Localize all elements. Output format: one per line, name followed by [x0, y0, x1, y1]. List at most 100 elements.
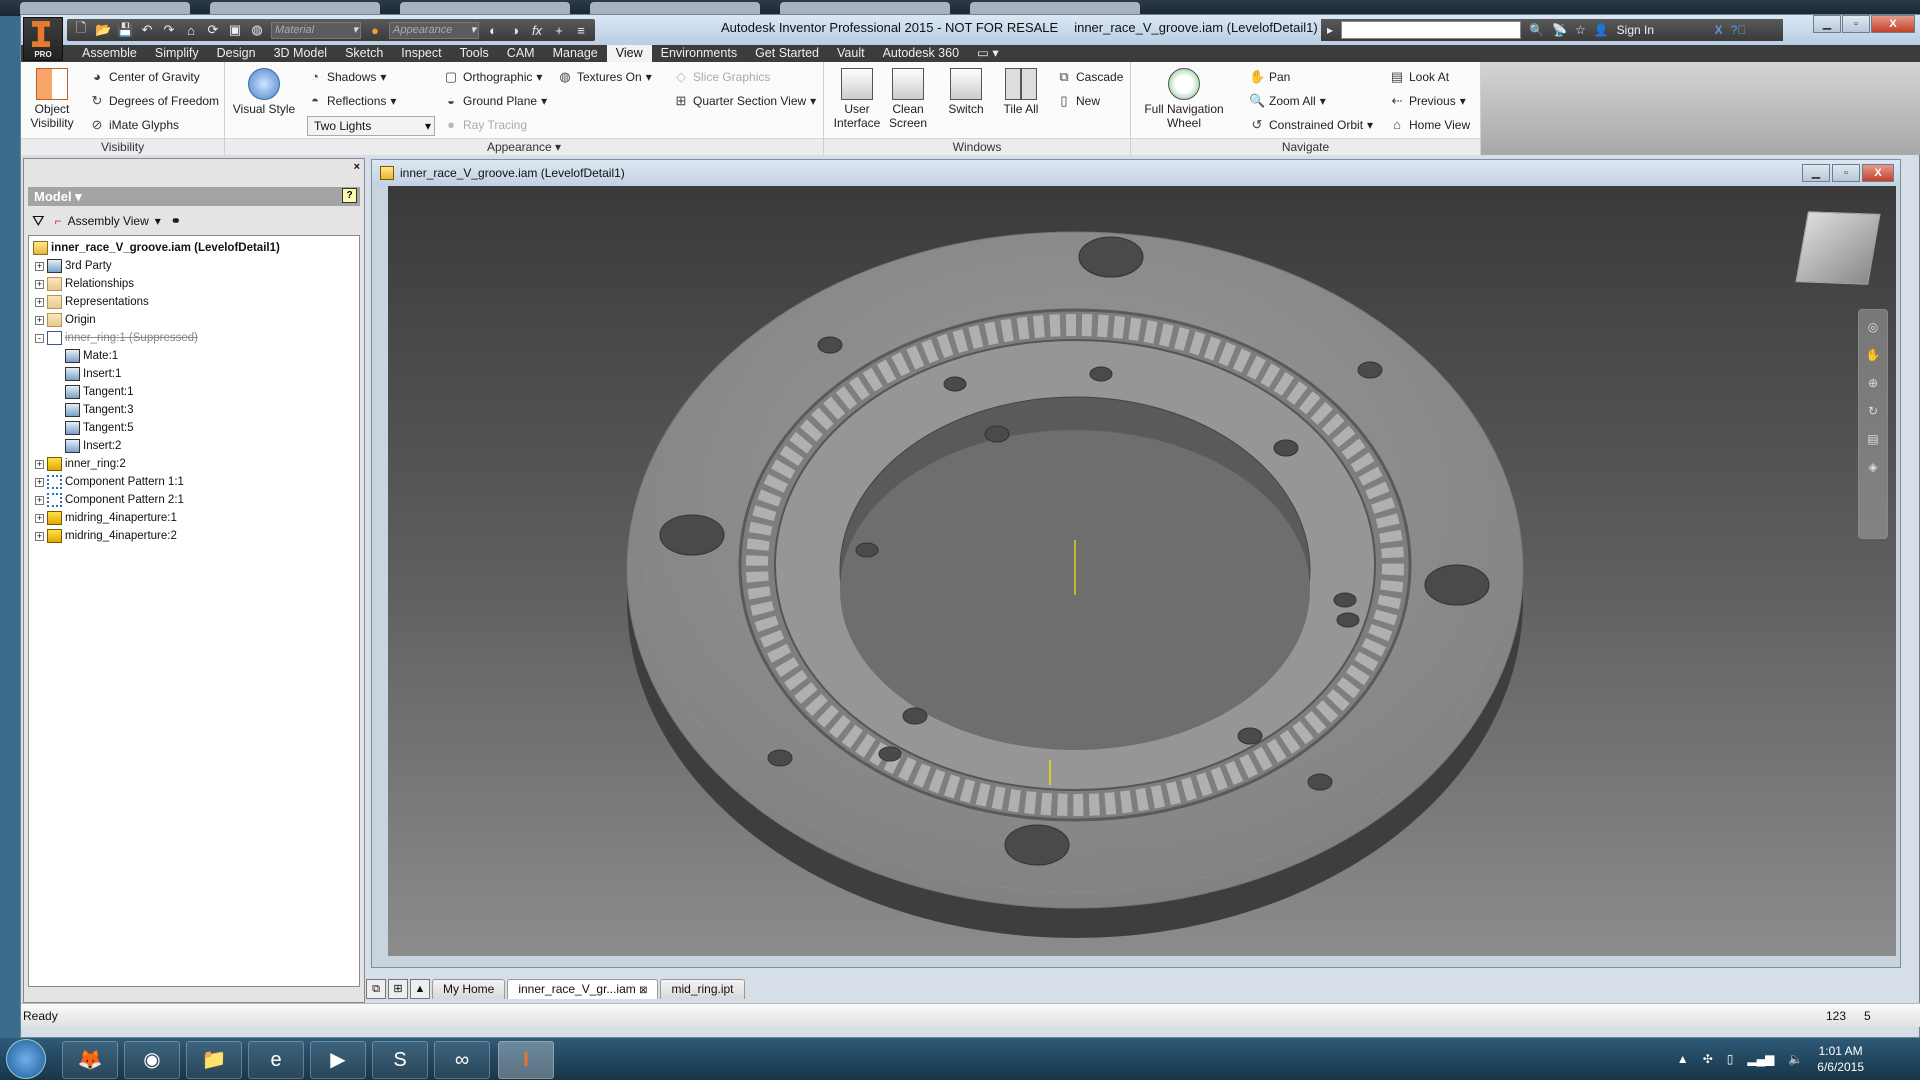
tree-item[interactable]: + Relationships: [29, 275, 359, 293]
tab-cam[interactable]: CAM: [498, 45, 544, 62]
visual-style-button[interactable]: Visual Style: [229, 68, 299, 116]
start-button[interactable]: [6, 1039, 46, 1079]
steering-wheel-icon[interactable]: ◎: [1868, 320, 1878, 334]
slice-graphics-button[interactable]: ◇ Slice Graphics: [673, 69, 770, 85]
orbit-icon[interactable]: ↻: [1868, 404, 1878, 418]
tile-all-button[interactable]: Tile All: [996, 68, 1046, 116]
favorites-star-icon[interactable]: ☆: [1575, 23, 1586, 37]
home-view-button[interactable]: ⌂ Home View: [1389, 117, 1470, 133]
tab-simplify[interactable]: Simplify: [146, 45, 208, 62]
tree-item[interactable]: + inner_ring:2: [29, 455, 359, 473]
assembly-view-dropdown[interactable]: ⌐ Assembly View ▾: [55, 214, 161, 228]
arduino-icon[interactable]: ∞: [434, 1041, 490, 1079]
imate-glyphs-button[interactable]: ⊘ iMate Glyphs: [89, 117, 179, 133]
help-search-input[interactable]: [1341, 21, 1522, 39]
ie-icon[interactable]: e: [248, 1041, 304, 1079]
skype-icon[interactable]: S: [372, 1041, 428, 1079]
tree-item[interactable]: + midring_4inaperture:1: [29, 509, 359, 527]
parameters-icon[interactable]: fx: [529, 23, 545, 38]
signal-icon[interactable]: ▂▄▆: [1747, 1052, 1774, 1066]
ground-plane-button[interactable]: ◒ Ground Plane ▾: [443, 93, 547, 109]
volume-icon[interactable]: 🔈: [1788, 1052, 1803, 1066]
expand-icon[interactable]: +: [35, 531, 44, 541]
reflections-button[interactable]: ◓ Reflections ▾: [307, 93, 396, 109]
tab-manage[interactable]: Manage: [544, 45, 607, 62]
tab-assemble[interactable]: Assemble: [73, 45, 146, 62]
ray-tracing-button[interactable]: ● Ray Tracing: [443, 117, 527, 133]
textures-button[interactable]: ◍ Textures On ▾: [557, 69, 651, 85]
explorer-icon[interactable]: 📁: [186, 1041, 242, 1079]
object-visibility-button[interactable]: Object Visibility: [27, 68, 77, 130]
model-browser-header[interactable]: Model ▾?: [28, 187, 360, 206]
collapse-icon[interactable]: -: [35, 333, 44, 343]
appearance-panel-label[interactable]: Appearance ▾: [225, 138, 823, 155]
pan-button[interactable]: ✋ Pan: [1249, 69, 1290, 85]
tab-get-started[interactable]: Get Started: [746, 45, 828, 62]
tree-item[interactable]: +3rd Party: [29, 257, 359, 275]
doc-tab-mid-ring[interactable]: mid_ring.ipt: [660, 979, 745, 999]
tree-item[interactable]: Tangent:1: [29, 383, 359, 401]
pan-icon[interactable]: ✋: [1866, 348, 1881, 362]
zoom-all-button[interactable]: 🔍 Zoom All ▾: [1249, 93, 1326, 109]
tree-item[interactable]: Insert:2: [29, 437, 359, 455]
user-interface-button[interactable]: User Interface: [830, 68, 884, 130]
expand-icon[interactable]: +: [35, 279, 44, 289]
expand-icon[interactable]: ▸: [1327, 23, 1333, 37]
center-of-gravity-button[interactable]: ◕ Center of Gravity: [89, 69, 200, 85]
cascade-button[interactable]: ⧉ Cascade: [1056, 69, 1123, 85]
sign-in-button[interactable]: Sign In: [1617, 23, 1707, 37]
ribbon-display-toggle-icon[interactable]: ▭ ▾: [968, 45, 1008, 62]
constrained-orbit-button[interactable]: ↺ Constrained Orbit ▾: [1249, 117, 1374, 133]
redo-icon[interactable]: ↷: [161, 22, 177, 38]
tab-close-icon[interactable]: ⊠: [639, 985, 647, 996]
doc-tab-inner-race[interactable]: inner_race_V_gr...iam ⊠: [507, 979, 659, 999]
quarter-section-view-button[interactable]: ⊞ Quarter Section View ▾: [673, 93, 817, 109]
tab-environments[interactable]: Environments: [652, 45, 746, 62]
subscription-icon[interactable]: 📡: [1552, 23, 1567, 37]
full-navigation-wheel-button[interactable]: Full Navigation Wheel: [1137, 68, 1231, 130]
update-icon[interactable]: ⟳: [205, 22, 221, 38]
tile-windows-icon[interactable]: ⊞: [388, 979, 408, 999]
expand-icon[interactable]: +: [35, 477, 44, 487]
expand-icon[interactable]: +: [35, 297, 44, 307]
search-key-icon[interactable]: 🔍: [1529, 23, 1544, 37]
previous-view-button[interactable]: ⇠ Previous ▾: [1389, 93, 1466, 109]
expand-icon[interactable]: +: [35, 315, 44, 325]
doc-tab-my-home[interactable]: My Home: [432, 979, 506, 999]
tree-item[interactable]: + Component Pattern 1:1: [29, 473, 359, 491]
tree-item[interactable]: Insert:1: [29, 365, 359, 383]
tab-autodesk-360[interactable]: Autodesk 360: [874, 45, 968, 62]
tab-vault[interactable]: Vault: [828, 45, 874, 62]
chrome-icon[interactable]: ◉: [124, 1041, 180, 1079]
tab-list-icon[interactable]: ▲: [410, 979, 430, 999]
tab-design[interactable]: Design: [208, 45, 265, 62]
doc-minimize-button[interactable]: ▁: [1802, 164, 1830, 182]
expand-icon[interactable]: +: [35, 261, 44, 271]
save-icon[interactable]: 💾: [117, 22, 133, 38]
clean-screen-button[interactable]: Clean Screen: [884, 68, 932, 130]
doc-close-button[interactable]: X: [1862, 164, 1894, 182]
degrees-of-freedom-button[interactable]: ↻ Degrees of Freedom: [89, 93, 220, 109]
lighting-style-dropdown[interactable]: Two Lights: [307, 116, 435, 136]
look-at-button[interactable]: ▤ Look At: [1389, 69, 1449, 85]
find-binoculars-icon[interactable]: ⚭: [171, 214, 181, 228]
doc-restore-button[interactable]: ▫: [1832, 164, 1860, 182]
show-hidden-icons-icon[interactable]: ▲: [1677, 1052, 1689, 1066]
viewcube[interactable]: [1795, 211, 1881, 285]
clear-appearance-icon[interactable]: ◑: [507, 23, 523, 38]
expand-icon[interactable]: +: [35, 459, 44, 469]
filter-icon[interactable]: ⛛: [32, 213, 45, 230]
tree-item[interactable]: Tangent:5: [29, 419, 359, 437]
close-button[interactable]: X: [1871, 15, 1915, 33]
new-file-icon[interactable]: 🗋: [73, 19, 89, 41]
tree-item[interactable]: + midring_4inaperture:2: [29, 527, 359, 545]
tab-sketch[interactable]: Sketch: [336, 45, 392, 62]
media-player-icon[interactable]: ▶: [310, 1041, 366, 1079]
tab-view[interactable]: View: [606, 45, 652, 62]
select-icon[interactable]: ▣: [227, 22, 243, 38]
appearance-dropdown[interactable]: Appearance: [389, 21, 479, 39]
undo-icon[interactable]: ↶: [139, 22, 155, 38]
battery-icon[interactable]: ▯: [1727, 1052, 1734, 1066]
exchange-apps-icon[interactable]: X: [1715, 23, 1723, 37]
network-sharing-icon[interactable]: ✣: [1703, 1052, 1713, 1066]
